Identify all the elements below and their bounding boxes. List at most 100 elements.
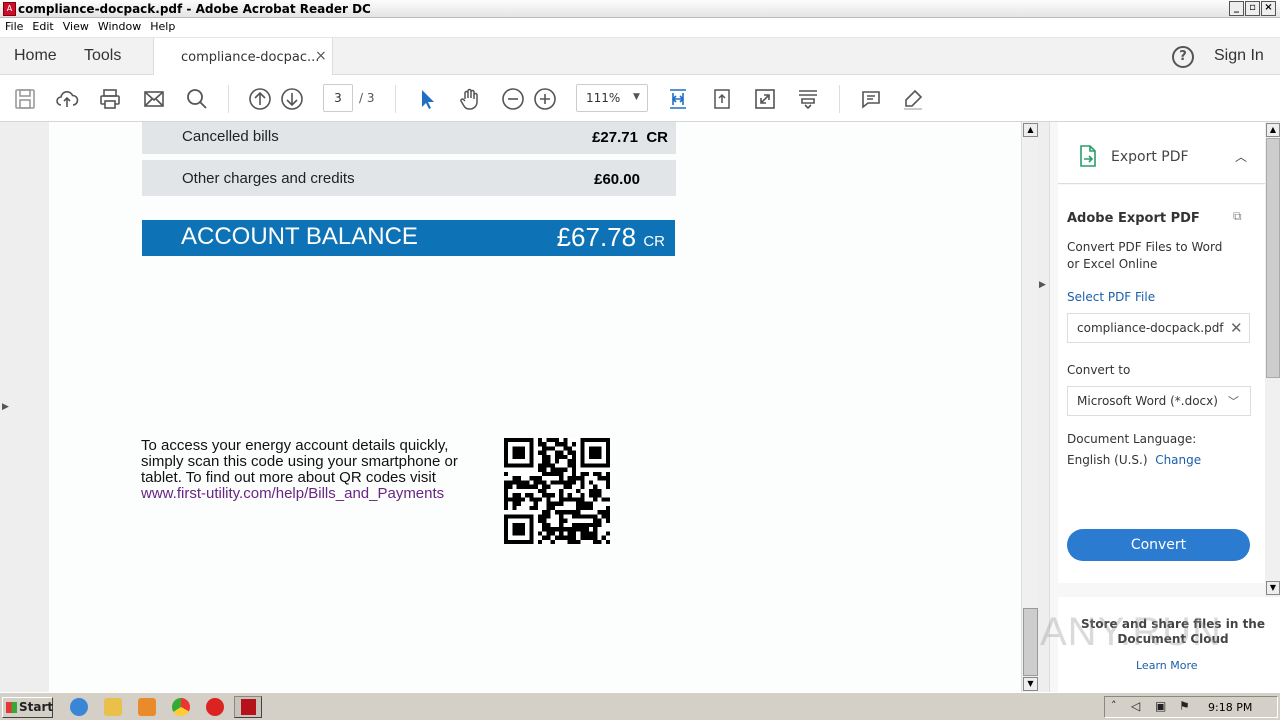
convert-to-select[interactable]: Microsoft Word (*.docx) ﹀ [1067, 386, 1251, 416]
row-label: Other charges and credits [182, 170, 355, 187]
zoom-level-value: 111% [586, 91, 621, 105]
menu-window[interactable]: Window [93, 18, 145, 33]
menu-edit[interactable]: Edit [27, 18, 57, 33]
search-icon[interactable] [185, 87, 209, 111]
print-icon[interactable] [98, 87, 122, 111]
remove-file-icon[interactable]: ✕ [1230, 319, 1243, 337]
tab-document[interactable]: compliance-docpac... × [153, 38, 333, 76]
convert-to-label: Convert to [1067, 363, 1131, 377]
full-screen-icon[interactable] [753, 87, 777, 111]
acrobat-icon [241, 699, 256, 715]
toolbar: 3 / 3 111% ▼ [0, 75, 1280, 122]
chevron-down-icon: ▼ [633, 92, 640, 102]
convert-button[interactable]: Convert [1067, 529, 1250, 561]
panel-header-title: Export PDF [1111, 149, 1189, 165]
toolbar-separator [395, 85, 396, 113]
network-icon[interactable]: ▣ [1155, 699, 1166, 713]
document-scrollbar[interactable]: ▲ ▼ [1021, 122, 1038, 692]
taskbar: Start ˄ ◁ ▣ ⚑ 9:18 PM [0, 692, 1280, 720]
zoom-level-select[interactable]: 111% ▼ [576, 84, 648, 112]
panel-body: Adobe Export PDF ⧉ Convert PDF Files to … [1058, 185, 1265, 583]
windows-logo-icon [6, 702, 17, 713]
start-button[interactable]: Start [2, 697, 53, 718]
chrome-icon[interactable] [172, 698, 190, 716]
summary-row-cancelled-bills: Cancelled bills £27.71 CR [142, 122, 676, 154]
internet-explorer-icon[interactable] [70, 698, 88, 716]
read-mode-icon[interactable] [796, 87, 820, 111]
scrollbar-thumb[interactable] [1023, 608, 1038, 676]
selected-file-name: compliance-docpack.pdf [1077, 321, 1224, 335]
row-label: Cancelled bills [182, 128, 279, 145]
minimize-button[interactable]: _ [1229, 1, 1244, 16]
close-window-button[interactable]: × [1261, 1, 1276, 16]
chevron-up-icon[interactable]: ︿ [1235, 148, 1247, 165]
summary-row-other-charges: Other charges and credits £60.00 [142, 160, 676, 196]
collapse-right-panel-icon[interactable]: ▶ [1039, 280, 1046, 290]
highlight-pen-icon[interactable] [901, 87, 925, 111]
help-icon[interactable]: ? [1172, 46, 1194, 68]
panel-scrollbar-thumb[interactable] [1266, 138, 1280, 378]
comment-icon[interactable] [859, 87, 883, 111]
panel-scroll-up-button[interactable]: ▲ [1266, 123, 1280, 137]
media-player-icon[interactable] [138, 698, 156, 716]
export-pdf-icon [1080, 145, 1096, 167]
watermark-logo: ANY.RUN [1040, 610, 1222, 654]
tab-tools[interactable]: Tools [84, 47, 121, 65]
export-description-line-2: or Excel Online [1067, 257, 1158, 271]
close-tab-icon[interactable]: × [315, 48, 327, 64]
menu-help[interactable]: Help [145, 18, 179, 33]
learn-more-link[interactable]: Learn More [1136, 659, 1198, 672]
sign-in-link[interactable]: Sign In [1214, 47, 1264, 65]
tab-home[interactable]: Home [14, 47, 57, 65]
toolbar-separator [839, 85, 840, 113]
opera-icon[interactable] [206, 698, 224, 716]
rotate-view-icon[interactable] [710, 87, 734, 111]
scroll-down-button[interactable]: ▼ [1023, 677, 1038, 691]
save-icon[interactable] [13, 87, 37, 111]
acrobat-app-icon: A [3, 2, 16, 16]
panel-scrollbar[interactable]: ▲ ▼ [1265, 122, 1280, 597]
qr-code-image [504, 438, 610, 544]
page-total: / 3 [359, 91, 375, 105]
previous-page-icon[interactable] [248, 87, 272, 111]
menu-view[interactable]: View [58, 18, 93, 33]
convert-to-value: Microsoft Word (*.docx) [1077, 394, 1218, 408]
volume-icon[interactable]: ◁ [1131, 699, 1140, 713]
maximize-button[interactable]: ▫ [1245, 1, 1260, 16]
export-pdf-panel: Export PDF ︿ Adobe Export PDF ⧉ Convert … [1049, 122, 1280, 692]
export-description-line-1: Convert PDF Files to Word [1067, 240, 1223, 254]
title-bar: A compliance-docpack.pdf - Adobe Acrobat… [0, 0, 1280, 18]
document-viewer[interactable]: ▶ Cancelled bills £27.71 CR Other charge… [0, 122, 1049, 692]
account-balance-bar: ACCOUNT BALANCE £67.78 CR [142, 220, 675, 256]
page-number-input[interactable]: 3 [323, 84, 353, 112]
zoom-out-icon[interactable] [501, 87, 525, 111]
change-language-link[interactable]: Change [1155, 453, 1201, 467]
upload-cloud-icon[interactable] [55, 87, 79, 111]
export-title: Adobe Export PDF [1067, 211, 1200, 226]
tab-row: Home Tools compliance-docpac... × [0, 38, 1280, 76]
tray-expand-icon[interactable]: ˄ [1111, 699, 1117, 712]
fit-page-icon[interactable] [666, 87, 690, 111]
selected-file-field[interactable]: compliance-docpack.pdf ✕ [1067, 313, 1250, 343]
panel-scroll-down-button[interactable]: ▼ [1266, 581, 1280, 595]
file-explorer-icon[interactable] [104, 698, 122, 716]
help-link[interactable]: www.first-utility.com/help/Bills_and_Pay… [141, 485, 444, 502]
chevron-down-icon: ﹀ [1228, 395, 1239, 408]
flag-icon[interactable]: ⚑ [1179, 699, 1190, 713]
menu-file[interactable]: File [0, 18, 27, 33]
qr-instructions: To access your energy account details qu… [141, 437, 458, 502]
document-tab-label: compliance-docpac... [181, 50, 320, 65]
zoom-in-icon[interactable] [533, 87, 557, 111]
select-cursor-icon[interactable] [415, 87, 439, 111]
toolbar-separator [228, 85, 229, 113]
pdf-page: Cancelled bills £27.71 CR Other charges … [49, 122, 1021, 692]
copy-icon[interactable]: ⧉ [1233, 209, 1242, 224]
scroll-up-button[interactable]: ▲ [1023, 123, 1038, 137]
next-page-icon[interactable] [280, 87, 304, 111]
taskbar-acrobat-button[interactable] [234, 696, 262, 718]
select-pdf-file-link[interactable]: Select PDF File [1067, 290, 1155, 304]
hand-tool-icon[interactable] [458, 87, 482, 111]
email-icon[interactable] [142, 87, 166, 111]
panel-header[interactable]: Export PDF ︿ [1058, 122, 1265, 184]
expand-left-panel-icon[interactable]: ▶ [2, 402, 9, 412]
